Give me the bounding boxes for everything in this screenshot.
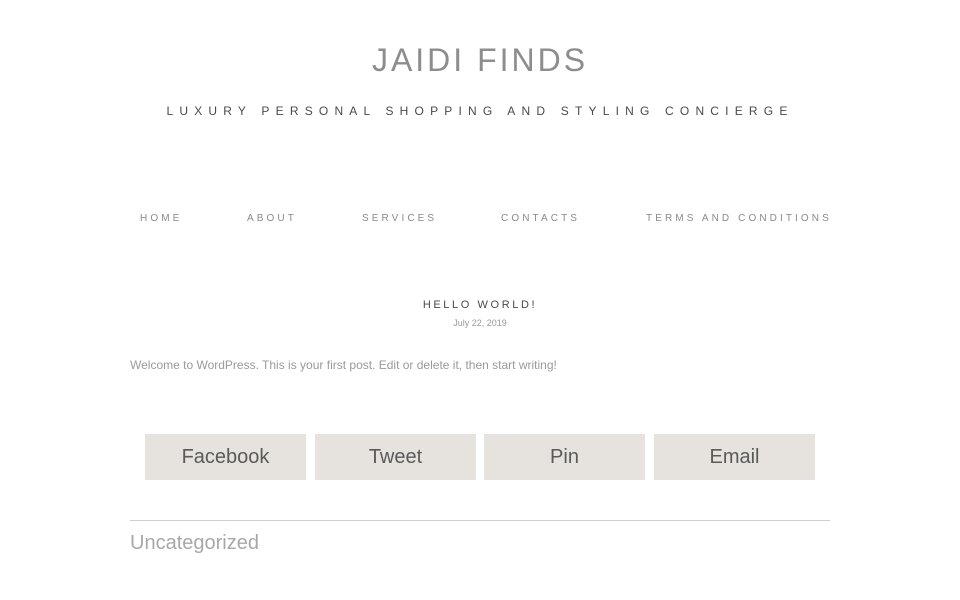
nav-item-services[interactable]: SERVICES <box>362 212 437 226</box>
site-title[interactable]: JAIDI FINDS <box>0 38 960 82</box>
post-title[interactable]: HELLO WORLD! <box>0 297 960 313</box>
nav-item-home[interactable]: HOME <box>140 212 182 226</box>
post-body: Welcome to WordPress. This is your first… <box>130 358 557 372</box>
nav-item-terms-and-conditions[interactable]: TERMS AND CONDITIONS <box>646 212 832 226</box>
share-email-button[interactable]: Email <box>654 434 815 480</box>
share-tweet-button[interactable]: Tweet <box>315 434 476 480</box>
share-pin-button[interactable]: Pin <box>484 434 645 480</box>
site-tagline: LUXURY PERSONAL SHOPPING AND STYLING CON… <box>166 104 794 118</box>
share-facebook-button[interactable]: Facebook <box>145 434 306 480</box>
post-date[interactable]: July 22, 2019 <box>0 317 960 329</box>
category-link[interactable]: Uncategorized <box>130 530 259 556</box>
nav-item-contacts[interactable]: CONTACTS <box>501 212 580 226</box>
nav-item-about[interactable]: ABOUT <box>247 212 297 226</box>
main-nav: HOME ABOUT SERVICES CONTACTS TERMS AND C… <box>0 212 960 226</box>
divider <box>130 520 830 521</box>
